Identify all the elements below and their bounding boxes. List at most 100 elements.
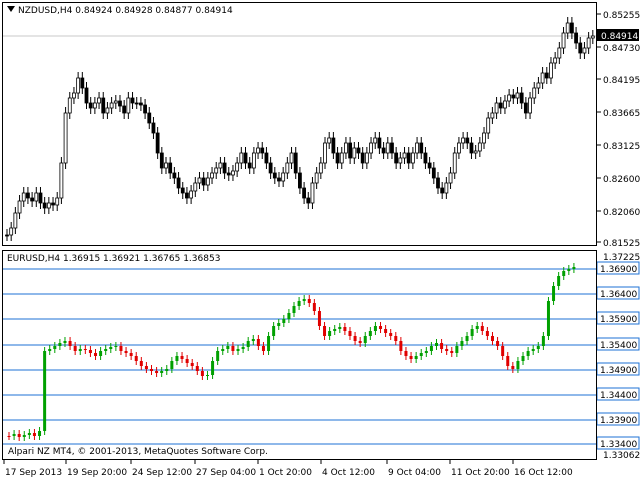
eurusd-candle-body	[246, 341, 250, 347]
nzdusd-candle-body	[574, 32, 578, 44]
nzdusd-candle-body	[549, 62, 553, 79]
eurusd-candle-body	[317, 311, 321, 326]
nzdusd-candle-body	[80, 77, 85, 89]
nzdusd-candle-body	[298, 172, 302, 189]
eurusd-candle-body	[211, 361, 215, 375]
nzdusd-candle-body	[356, 147, 361, 154]
eurusd-candle-body	[277, 323, 281, 326]
nzdusd-candle-body	[398, 157, 403, 164]
nzdusd-candle-body	[528, 97, 532, 114]
nzdusd-candle-body	[452, 152, 457, 174]
nzdusd-candle-body	[210, 172, 214, 179]
nzdusd-candle-body	[578, 42, 583, 54]
eurusd-candle-body	[470, 329, 474, 336]
eurusd-title-text: EURUSD,H4 1.36915 1.36921 1.36765 1.3685…	[7, 254, 221, 264]
eurusd-candle-body	[343, 327, 347, 331]
eurusd-candle-body	[160, 371, 164, 373]
eurusd-candle-body	[221, 349, 225, 351]
eurusd-chart-panel[interactable]: EURUSD,H4 1.36915 1.36921 1.36765 1.3685…	[2, 250, 597, 460]
eurusd-candle-body	[114, 346, 118, 347]
eurusd-candles	[3, 263, 596, 445]
eurusd-candle-body	[180, 356, 184, 359]
nzdusd-candle-body	[310, 182, 315, 204]
nzdusd-candle-body	[511, 94, 516, 99]
eurusd-candle-body	[205, 375, 209, 376]
eurusd-candle-body	[353, 336, 357, 341]
nzdusd-candle-body	[331, 137, 336, 154]
nzdusd-candle-body	[523, 102, 528, 114]
nzdusd-candle-body	[360, 152, 365, 164]
nzdusd-candle-body	[536, 82, 541, 89]
eurusd-candle-body	[526, 351, 530, 356]
nzdusd-candle-body	[448, 172, 453, 184]
nzdusd-candle-body	[318, 162, 323, 174]
eurusd-candle-body	[409, 356, 413, 359]
eurusd-candle-body	[231, 346, 235, 351]
nzdusd-candle-body	[264, 152, 269, 164]
time-tick-label: 11 Oct 20:00	[451, 468, 510, 478]
eurusd-candle-body	[38, 431, 42, 436]
eurusd-candle-body	[22, 435, 26, 437]
nzdusd-candle-body	[440, 187, 445, 194]
nzdusd-candle-body	[155, 132, 160, 154]
nzdusd-candle-body	[281, 172, 286, 182]
nzdusd-candle-body	[348, 142, 353, 159]
eurusd-candle-body	[460, 341, 464, 346]
nzdusd-candle-body	[151, 122, 156, 134]
nzdusd-candle-body	[5, 234, 9, 237]
nzdusd-candle-body	[214, 167, 219, 174]
nzdusd-candle-body	[205, 177, 210, 186]
nzdusd-candle-body	[256, 147, 260, 154]
nzdusd-candle-body	[260, 147, 265, 154]
nzdusd-candle-body	[134, 102, 139, 105]
nzdusd-candle-body	[431, 167, 436, 179]
time-axis[interactable]: 17 Sep 2013 19 Sep 20:00 24 Sep 12:00 27 Se…	[0, 460, 640, 480]
nzdusd-candle-body	[168, 162, 173, 174]
eurusd-candle-body	[358, 341, 362, 343]
nzdusd-candle-body	[63, 112, 68, 164]
eurusd-candle-body	[384, 329, 388, 333]
nzdusd-candle-body	[394, 152, 399, 164]
nzdusd-candle-body	[339, 152, 344, 164]
nzdusd-candle-body	[235, 162, 240, 172]
eurusd-candle-body	[445, 349, 449, 351]
nzdusd-candle-body	[55, 197, 60, 206]
nzdusd-candle-body	[201, 177, 206, 186]
nzdusd-candle-body	[327, 137, 332, 144]
eurusd-price-axis[interactable]: 1.37225 1.36900 1.36400 1.35900 1.35400 1.349…	[596, 250, 640, 462]
nzdusd-candle-body	[26, 192, 30, 199]
nzdusd-price-axis[interactable]: 0.85255 0.84730 0.84195 0.83665 0.83125 0.826…	[597, 0, 640, 250]
eurusd-candle-body	[200, 371, 204, 376]
price-tick-label: 0.81525	[603, 239, 640, 249]
nzdusd-candle-body	[482, 132, 486, 144]
eurusd-candle-body	[419, 353, 423, 356]
eurusd-candle-body	[373, 326, 377, 331]
eurusd-candle-body	[236, 349, 240, 351]
nzdusd-chart-title: NZDUSD,H4 0.84924 0.84928 0.84877 0.8491…	[7, 6, 233, 16]
nzdusd-candle-body	[189, 190, 194, 199]
nzdusd-candle-body	[494, 102, 499, 114]
eurusd-candle-body	[485, 331, 489, 336]
nzdusd-candle-body	[302, 187, 306, 199]
nzdusd-candle-body	[101, 97, 106, 114]
eurusd-candle-body	[363, 336, 367, 343]
eurusd-candle-body	[241, 347, 245, 349]
eurusd-candle-body	[557, 276, 561, 286]
nzdusd-candle-body	[565, 22, 570, 34]
eurusd-candle-body	[185, 359, 189, 363]
nzdusd-chart-panel[interactable]: NZDUSD,H4 0.84924 0.84928 0.84877 0.8491…	[2, 2, 597, 246]
eurusd-candle-body	[88, 350, 92, 353]
eurusd-candle-body	[552, 286, 556, 301]
dropdown-triangle-icon[interactable]	[7, 6, 15, 12]
eurusd-candle-body	[48, 349, 52, 351]
eurusd-candle-body	[134, 356, 138, 361]
nzdusd-candle-body	[364, 152, 369, 164]
nzdusd-candle-body	[105, 107, 110, 114]
nzdusd-candle-body	[519, 92, 524, 104]
nzdusd-candle-body	[42, 202, 47, 209]
nzdusd-candle-body	[314, 172, 319, 184]
price-tick-label: 0.82060	[603, 208, 640, 218]
eurusd-price-scale: 1.372251.369001.364001.359001.354001.349…	[596, 253, 640, 461]
nzdusd-candle-body	[247, 162, 252, 169]
eurusd-candle-body	[83, 349, 87, 350]
